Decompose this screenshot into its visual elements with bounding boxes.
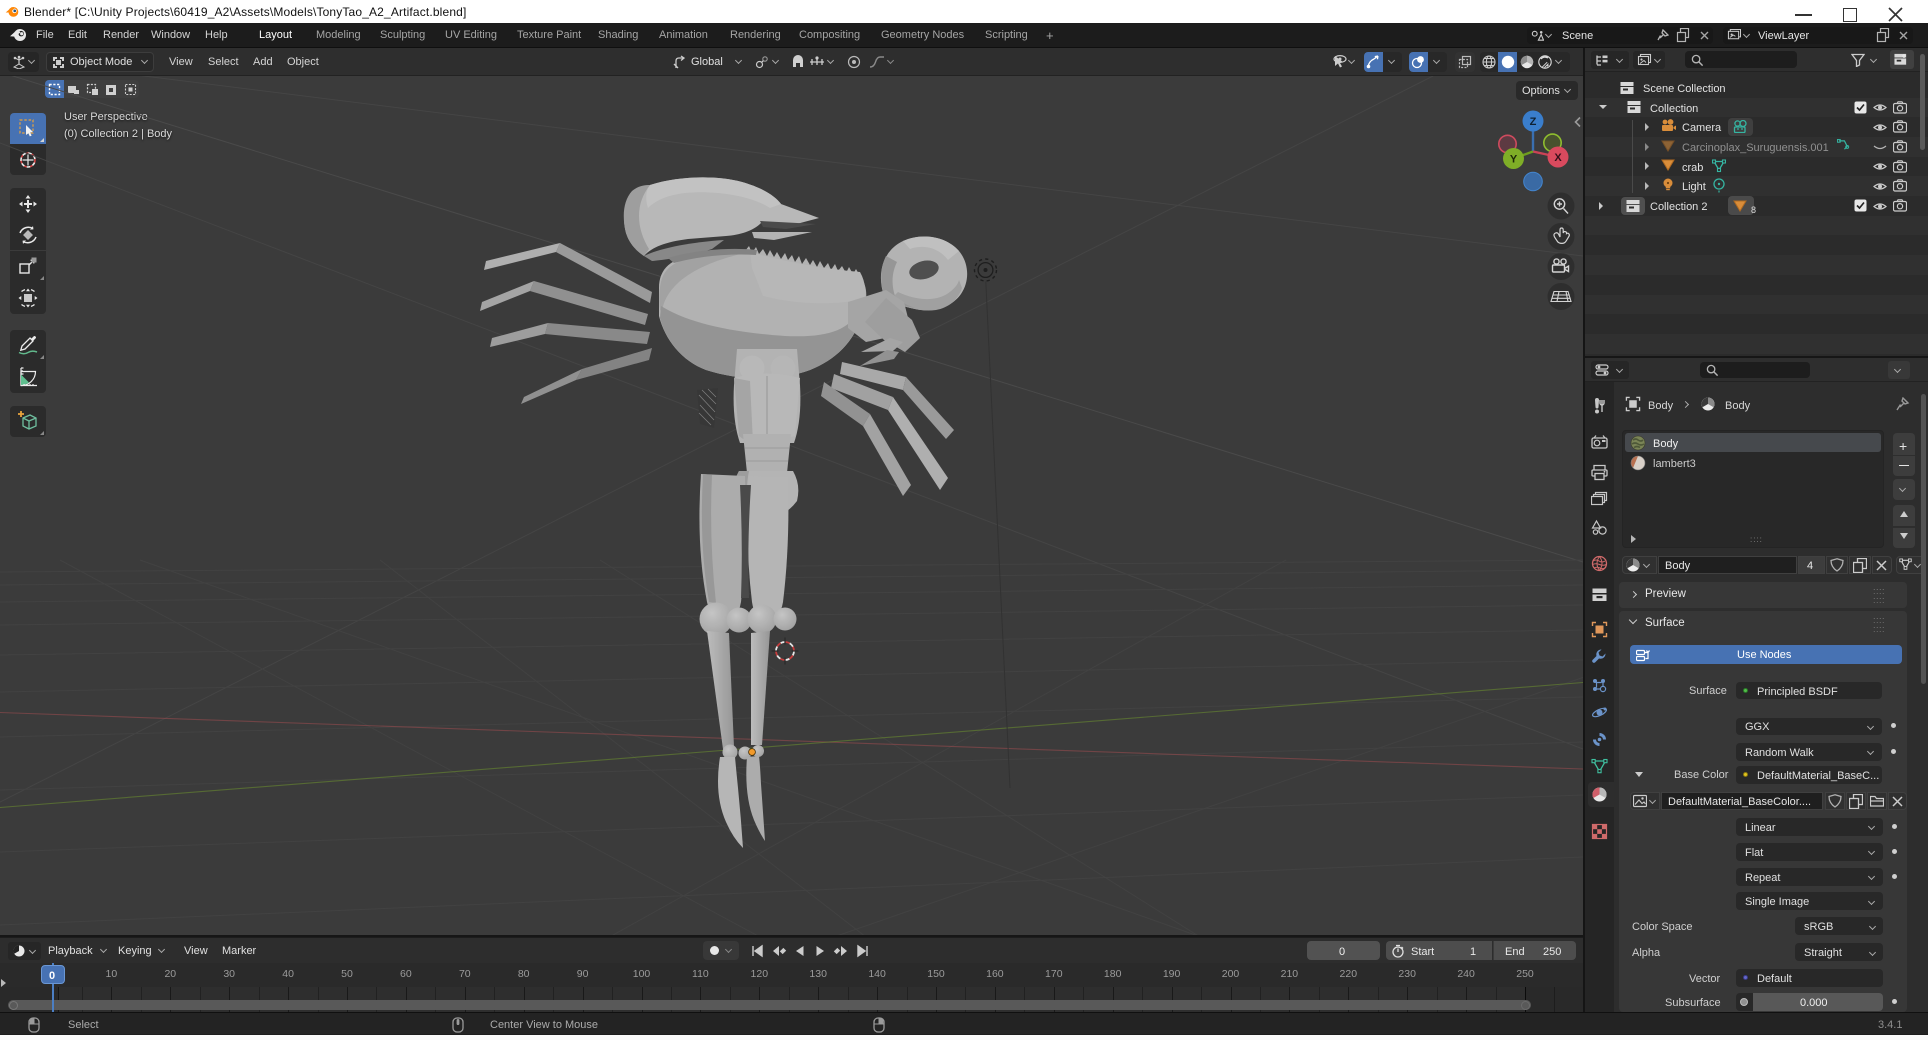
svg-text:Y: Y bbox=[1510, 154, 1518, 166]
svg-text:Z: Z bbox=[1530, 116, 1537, 128]
svg-text:X: X bbox=[1554, 152, 1562, 164]
